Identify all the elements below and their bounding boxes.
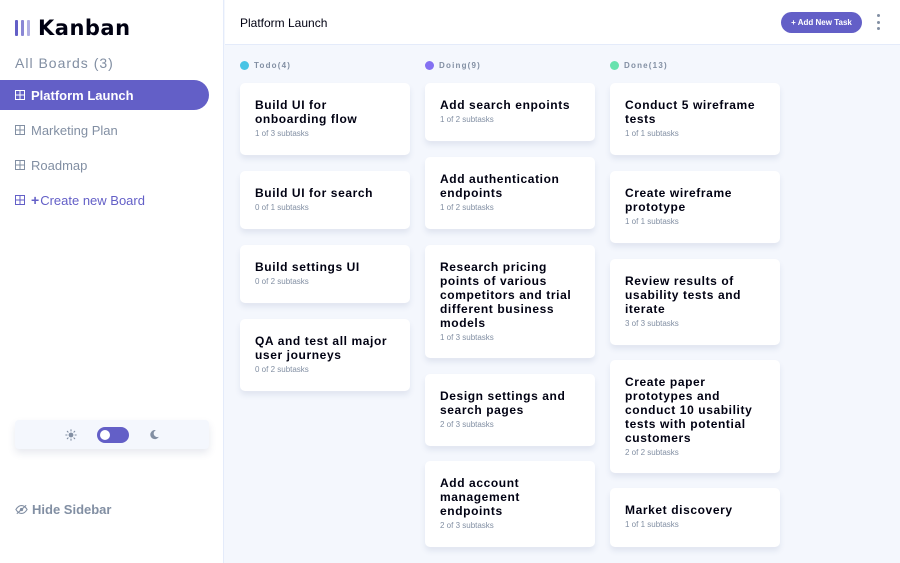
all-boards-heading: All Boards (3)	[15, 55, 114, 71]
sidebar-item-label: Marketing Plan	[31, 122, 118, 138]
task-title: Review results of usability tests and it…	[625, 274, 742, 316]
status-dot	[240, 60, 249, 70]
status-dot	[610, 60, 619, 70]
task-subtasks: 1 of 1 subtasks	[625, 217, 679, 226]
column-doing: Doing(9) Add search enpoints 1 of 2 subt…	[425, 60, 595, 547]
status-dot	[425, 60, 434, 70]
create-board-label: Create new Board	[40, 192, 145, 208]
task-card[interactable]: Research pricing points of various compe…	[425, 245, 595, 358]
task-title: Create wireframe prototype	[625, 186, 732, 214]
column-todo: Todo(4) Build UI for onboarding flow 1 o…	[240, 60, 410, 391]
board-icon	[15, 160, 25, 170]
task-subtasks: 1 of 2 subtasks	[440, 203, 494, 212]
plus-icon: +	[31, 192, 40, 208]
logo: Kanban	[15, 16, 131, 40]
task-subtasks: 0 of 2 subtasks	[255, 277, 309, 286]
sidebar-item-label: Platform Launch	[31, 87, 134, 103]
task-title: Build settings UI	[255, 260, 360, 274]
board-icon	[15, 195, 25, 205]
task-subtasks: 1 of 1 subtasks	[625, 520, 679, 529]
moon-icon	[149, 429, 159, 440]
task-title: QA and test all major user journeys	[255, 334, 388, 362]
task-subtasks: 0 of 1 subtasks	[255, 203, 309, 212]
task-title: Create paper prototypes and conduct 10 u…	[625, 375, 753, 445]
column-header: Done(13)	[610, 60, 780, 70]
column-title: Doing(9)	[439, 60, 482, 70]
task-title: Add search enpoints	[440, 98, 571, 112]
board-icon	[15, 125, 25, 135]
column-header: Doing(9)	[425, 60, 595, 70]
sidebar-item-roadmap[interactable]: Roadmap	[0, 150, 209, 180]
task-subtasks: 3 of 3 subtasks	[625, 319, 679, 328]
hide-sidebar-button[interactable]: Hide Sidebar	[15, 502, 111, 517]
task-subtasks: 1 of 3 subtasks	[255, 129, 309, 138]
column-header: Todo(4)	[240, 60, 410, 70]
sidebar-item-marketing-plan[interactable]: Marketing Plan	[0, 115, 209, 145]
hide-sidebar-label: Hide Sidebar	[32, 502, 112, 517]
eye-slash-icon	[15, 504, 28, 515]
create-new-board-button[interactable]: + Create new Board	[0, 185, 209, 215]
sidebar-item-platform-launch[interactable]: Platform Launch	[0, 80, 209, 110]
board-icon	[15, 90, 25, 100]
kanban-logo-icon	[15, 20, 30, 36]
task-title: Build UI for onboarding flow	[255, 98, 358, 126]
task-subtasks: 2 of 3 subtasks	[440, 420, 494, 429]
task-card[interactable]: Create paper prototypes and conduct 10 u…	[610, 360, 780, 473]
logo-text: Kanban	[38, 16, 131, 40]
task-subtasks: 1 of 1 subtasks	[625, 129, 679, 138]
task-card[interactable]: Add authentication endpoints 1 of 2 subt…	[425, 157, 595, 229]
task-card[interactable]: Design settings and search pages 2 of 3 …	[425, 374, 595, 446]
task-card[interactable]: Market discovery 1 of 1 subtasks	[610, 488, 780, 547]
column-done: Done(13) Conduct 5 wireframe tests 1 of …	[610, 60, 780, 547]
sidebar-item-label: Roadmap	[31, 157, 88, 173]
task-title: Add authentication endpoints	[440, 172, 560, 200]
task-card[interactable]: Review results of usability tests and it…	[610, 259, 780, 345]
task-card[interactable]: Conduct 5 wireframe tests 1 of 1 subtask…	[610, 83, 780, 155]
task-card[interactable]: Build UI for onboarding flow 1 of 3 subt…	[240, 83, 410, 155]
task-subtasks: 2 of 2 subtasks	[625, 448, 679, 457]
task-title: Build UI for search	[255, 186, 374, 200]
column-title: Done(13)	[624, 60, 668, 70]
task-title: Market discovery	[625, 503, 733, 517]
kebab-menu-icon[interactable]	[875, 14, 881, 30]
task-title: Add account management endpoints	[440, 476, 521, 518]
task-card[interactable]: QA and test all major user journeys 0 of…	[240, 319, 410, 391]
task-subtasks: 0 of 2 subtasks	[255, 365, 309, 374]
sidebar: Kanban All Boards (3) Platform Launch Ma…	[0, 0, 224, 563]
task-title: Design settings and search pages	[440, 389, 566, 417]
task-card[interactable]: Build UI for search 0 of 1 subtasks	[240, 171, 410, 229]
task-title: Conduct 5 wireframe tests	[625, 98, 756, 126]
column-title: Todo(4)	[254, 60, 292, 70]
task-title: Research pricing points of various compe…	[440, 260, 572, 330]
task-subtasks: 1 of 3 subtasks	[440, 333, 494, 342]
task-subtasks: 1 of 2 subtasks	[440, 115, 494, 124]
toggle-knob	[99, 429, 110, 440]
task-card[interactable]: Build settings UI 0 of 2 subtasks	[240, 245, 410, 303]
add-new-task-button[interactable]: + Add New Task	[781, 12, 862, 33]
task-card[interactable]: Create wireframe prototype 1 of 1 subtas…	[610, 171, 780, 243]
task-card[interactable]: Add search enpoints 1 of 2 subtasks	[425, 83, 595, 141]
page-title: Platform Launch	[240, 16, 328, 30]
task-subtasks: 2 of 3 subtasks	[440, 521, 494, 530]
top-bar: Platform Launch + Add New Task	[225, 0, 900, 45]
theme-switcher	[15, 420, 209, 449]
theme-toggle[interactable]	[96, 426, 129, 443]
task-card[interactable]: Add account management endpoints 2 of 3 …	[425, 461, 595, 547]
sun-icon	[64, 428, 77, 441]
